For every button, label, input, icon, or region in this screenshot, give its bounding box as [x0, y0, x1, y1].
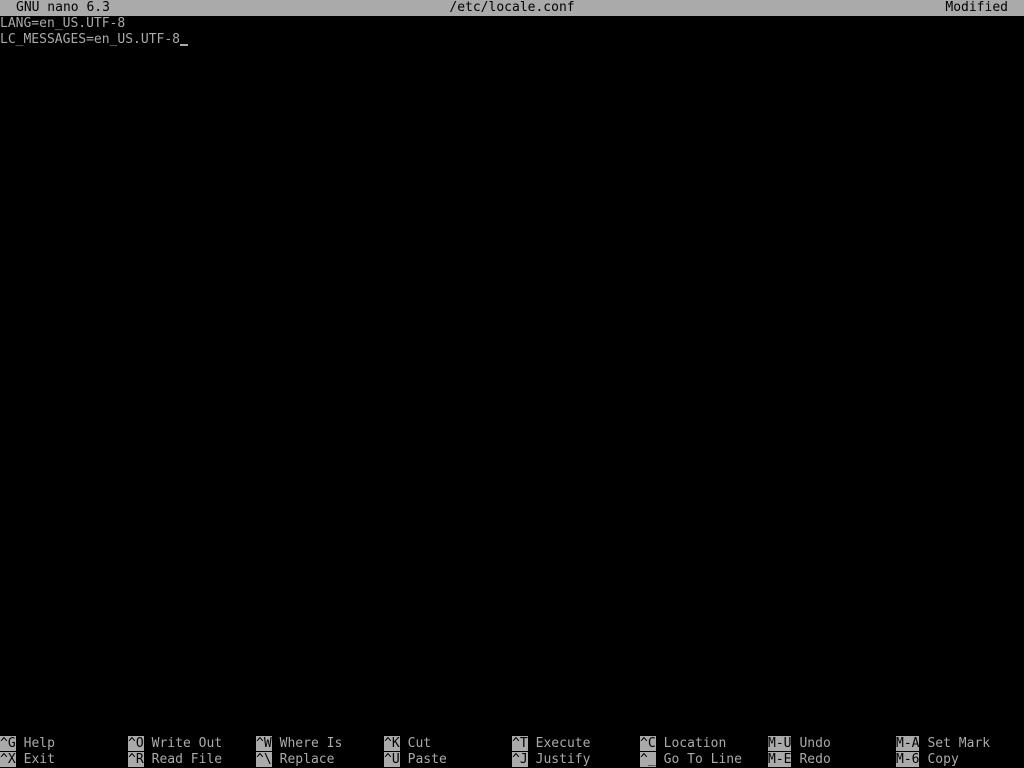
- shortcut-key: ^R: [128, 752, 144, 767]
- shortcut-label: Go To Line: [663, 752, 742, 767]
- shortcut-go-to-line[interactable]: ^_ Go To Line: [640, 752, 742, 768]
- shortcut-label: Redo: [799, 752, 831, 767]
- shortcut-label: Copy: [927, 752, 959, 767]
- text-cursor: [180, 32, 189, 46]
- terminal-screen: GNU nano 6.3 /etc/locale.conf Modified L…: [0, 0, 1024, 768]
- shortcut-paste[interactable]: ^U Paste: [384, 752, 447, 768]
- shortcut-label: Set Mark: [927, 736, 991, 751]
- shortcut-label: Replace: [279, 752, 335, 767]
- shortcut-label: Write Out: [151, 736, 223, 751]
- shortcut-key: M-U: [768, 736, 792, 751]
- shortcut-key: ^C: [640, 736, 656, 751]
- shortcut-read-file[interactable]: ^R Read File: [128, 752, 222, 768]
- editor-line-text: LANG=en_US.UTF-8: [0, 16, 126, 31]
- shortcut-key: ^T: [512, 736, 528, 751]
- shortcut-where-is[interactable]: ^W Where Is: [256, 736, 342, 752]
- shortcut-label: Exit: [23, 752, 55, 767]
- modified-status: Modified: [945, 0, 1008, 15]
- shortcut-key: ^U: [384, 752, 400, 767]
- shortcut-label: Location: [663, 736, 727, 751]
- shortcut-help[interactable]: ^G Help: [0, 736, 55, 752]
- shortcut-label: Execute: [535, 736, 591, 751]
- shortcut-key: ^_: [640, 752, 656, 767]
- editor-line-2[interactable]: LC_MESSAGES=en_US.UTF-8: [0, 32, 1024, 48]
- shortcut-label: Paste: [407, 752, 447, 767]
- editor-line-text: LC_MESSAGES=en_US.UTF-8: [0, 32, 181, 47]
- shortcut-key: ^\: [256, 752, 272, 767]
- shortcut-key: ^J: [512, 752, 528, 767]
- shortcut-label: Cut: [407, 736, 432, 751]
- shortcut-label: Undo: [799, 736, 831, 751]
- shortcut-label: Help: [23, 736, 55, 751]
- shortcut-key: M-E: [768, 752, 792, 767]
- shortcut-key: ^O: [128, 736, 144, 751]
- shortcut-justify[interactable]: ^J Justify: [512, 752, 590, 768]
- shortcut-set-mark[interactable]: M-A Set Mark: [896, 736, 990, 752]
- shortcut-write-out[interactable]: ^O Write Out: [128, 736, 222, 752]
- editor-line-1[interactable]: LANG=en_US.UTF-8: [0, 16, 1024, 32]
- shortcut-label: Read File: [151, 752, 223, 767]
- shortcut-cut[interactable]: ^K Cut: [384, 736, 431, 752]
- shortcut-exit[interactable]: ^X Exit: [0, 752, 55, 768]
- shortcut-key: ^X: [0, 752, 16, 767]
- nano-title-bar: GNU nano 6.3 /etc/locale.conf Modified: [0, 0, 1024, 16]
- shortcut-location[interactable]: ^C Location: [640, 736, 726, 752]
- file-name: /etc/locale.conf: [449, 0, 575, 15]
- shortcut-execute[interactable]: ^T Execute: [512, 736, 590, 752]
- shortcut-undo[interactable]: M-U Undo: [768, 736, 831, 752]
- shortcut-key: ^G: [0, 736, 16, 751]
- shortcut-key: M-A: [896, 736, 920, 751]
- shortcut-replace[interactable]: ^\ Replace: [256, 752, 334, 768]
- shortcut-label: Where Is: [279, 736, 343, 751]
- shortcut-label: Justify: [535, 752, 591, 767]
- shortcut-key: ^W: [256, 736, 272, 751]
- shortcut-redo[interactable]: M-E Redo: [768, 752, 831, 768]
- shortcut-key: M-6: [896, 752, 920, 767]
- shortcut-copy[interactable]: M-6 Copy: [896, 752, 959, 768]
- shortcut-key: ^K: [384, 736, 400, 751]
